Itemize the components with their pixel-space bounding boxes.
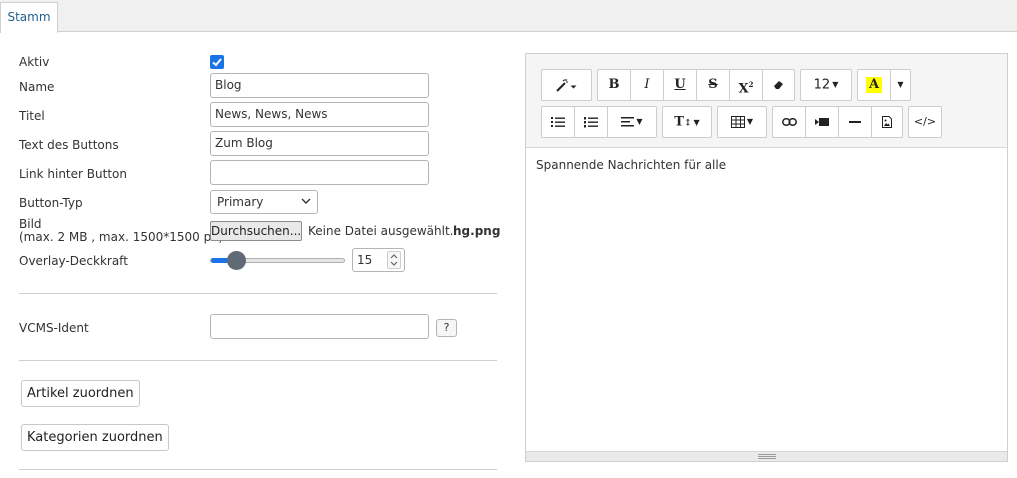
font-size-dropdown[interactable]: 12 ▼	[801, 70, 851, 100]
editor-resize-bar[interactable]	[526, 451, 1007, 461]
font-style-group: B I U S X2	[597, 69, 795, 101]
vcms-ident-label: VCMS-Ident	[19, 321, 89, 335]
rich-text-editor: B I U S X2 12 ▼ A ▼ ▼ T↕ ▼ ▼ </> Spannen…	[525, 53, 1008, 462]
aktiv-checkbox[interactable]	[210, 55, 224, 69]
unordered-list-icon[interactable]	[542, 107, 575, 137]
font-size-group: 12 ▼	[800, 69, 852, 101]
bold-icon[interactable]: B	[598, 70, 631, 100]
overlay-slider-thumb[interactable]	[227, 251, 246, 270]
magic-icon[interactable]	[542, 70, 591, 100]
button-text-label: Text des Buttons	[19, 138, 119, 152]
button-text-input[interactable]: Zum Blog	[210, 131, 429, 156]
paragraph-group: ▼	[541, 106, 657, 138]
titel-input[interactable]: News, News, News	[210, 102, 429, 127]
line-height-group: T↕ ▼	[662, 106, 712, 138]
eraser-icon[interactable]	[763, 70, 794, 100]
vcms-ident-input[interactable]	[210, 314, 429, 339]
code-group: </>	[908, 106, 942, 138]
aktiv-label: Aktiv	[19, 55, 50, 69]
align-left-icon	[621, 117, 635, 127]
table-grid-icon	[730, 116, 745, 128]
editor-toolbar: B I U S X2 12 ▼ A ▼ ▼ T↕ ▼ ▼ </>	[526, 54, 1007, 148]
color-group: A ▼	[857, 69, 911, 101]
strikethrough-icon[interactable]: S	[697, 70, 730, 100]
titel-label: Titel	[19, 109, 45, 123]
insert-group	[772, 106, 903, 138]
magic-wand-icon	[555, 78, 576, 92]
button-typ-select[interactable]: Primary	[210, 190, 318, 214]
horizontal-rule-icon[interactable]	[839, 107, 872, 137]
button-link-label: Link hinter Button	[19, 167, 127, 181]
overlay-number-input[interactable]: 15	[352, 248, 405, 272]
font-size-value: 12	[813, 77, 831, 93]
button-typ-label: Button-Typ	[19, 196, 83, 210]
line-height-icon[interactable]: T↕ ▼	[663, 107, 711, 137]
kategorien-zuordnen-button[interactable]: Kategorien zuordnen	[21, 424, 169, 451]
no-file-text: Keine Datei ausgewählt.	[308, 224, 454, 238]
divider	[19, 293, 497, 294]
bild-label: Bild (max. 2 MB , max. 1500*1500 px)	[19, 218, 223, 244]
resize-grip-icon[interactable]	[758, 454, 776, 459]
button-link-input[interactable]	[210, 160, 429, 185]
spinner-arrows-icon	[390, 254, 398, 266]
tab-bar: Stamm	[0, 0, 1017, 33]
video-camera-icon	[815, 117, 829, 126]
chevron-down-icon	[301, 198, 311, 204]
name-input[interactable]: Blog	[210, 73, 429, 98]
text-color-dropdown[interactable]: ▼	[891, 70, 910, 100]
video-icon[interactable]	[806, 107, 839, 137]
current-file-name: hg.png	[453, 224, 501, 238]
browse-button[interactable]: Durchsuchen...	[210, 221, 302, 241]
overlay-label: Overlay-Deckkraft	[19, 254, 128, 268]
text-color-icon[interactable]: A	[858, 70, 891, 100]
link-icon[interactable]	[773, 107, 806, 137]
divider	[19, 360, 497, 361]
name-label: Name	[19, 80, 55, 94]
style-group	[541, 69, 592, 101]
image-icon[interactable]	[872, 107, 902, 137]
overlay-number-value: 15	[357, 253, 373, 267]
button-typ-value: Primary	[217, 195, 264, 209]
italic-icon[interactable]: I	[631, 70, 664, 100]
code-view-icon[interactable]: </>	[909, 107, 941, 137]
ordered-list-icon[interactable]	[575, 107, 608, 137]
check-icon	[212, 58, 222, 67]
minus-icon	[849, 120, 861, 123]
underline-icon[interactable]: U	[664, 70, 697, 100]
superscript-icon[interactable]: X2	[730, 70, 763, 100]
bild-label-line2: (max. 2 MB , max. 1500*1500 px)	[19, 230, 223, 244]
number-spinner[interactable]	[387, 251, 401, 269]
eraser-glyph-icon	[773, 80, 783, 89]
tab-stamm[interactable]: Stamm	[0, 2, 58, 33]
picture-icon	[882, 115, 892, 128]
editor-content[interactable]: Spannende Nachrichten für alle	[536, 158, 726, 172]
align-icon[interactable]: ▼	[608, 107, 656, 137]
chain-link-icon	[781, 117, 797, 126]
numbered-list-icon	[584, 116, 598, 127]
bullet-list-icon	[551, 116, 565, 127]
artikel-zuordnen-button[interactable]: Artikel zuordnen	[21, 380, 140, 407]
help-button[interactable]: ?	[436, 319, 457, 337]
divider	[19, 469, 497, 470]
table-group: ▼	[717, 106, 767, 138]
table-icon[interactable]: ▼	[718, 107, 766, 137]
